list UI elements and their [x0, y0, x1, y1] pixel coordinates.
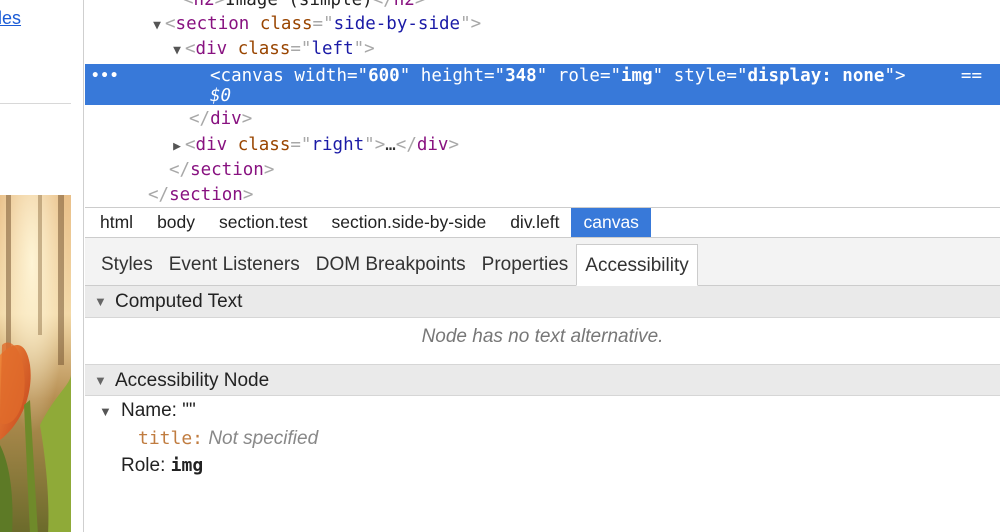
role-label: Role:	[121, 455, 166, 476]
title-source-value: Not specified	[208, 428, 319, 449]
accessibility-pane: ▼ Computed Text Node has no text alterna…	[85, 286, 1000, 532]
collapse-triangle-icon[interactable]: ▶	[169, 134, 185, 159]
dom-node-section-close[interactable]: </section>	[85, 183, 1000, 207]
accessibility-node-header[interactable]: ▼ Accessibility Node	[85, 364, 1000, 396]
tab-event-listeners[interactable]: Event Listeners	[161, 244, 308, 286]
name-label: Name:	[121, 400, 177, 421]
title-source-row: title: Not specified	[138, 428, 318, 450]
dom-node-section-close[interactable]: </section>	[85, 158, 1000, 183]
computed-text-title: Computed Text	[115, 291, 243, 312]
accessibility-node-title: Accessibility Node	[115, 370, 270, 391]
dom-node-div-close[interactable]: </div>	[85, 107, 1000, 132]
sidebar-tabbar: Styles Event Listeners DOM Breakpoints P…	[85, 238, 1000, 286]
expand-triangle-icon[interactable]: ▼	[99, 404, 121, 419]
expand-triangle-icon[interactable]: ▼	[149, 13, 165, 38]
name-value: ""	[182, 400, 196, 421]
more-options-icon[interactable]: •••	[91, 64, 119, 89]
title-source-label: title:	[138, 428, 204, 449]
breadcrumb: html body section.test section.side-by-s…	[85, 207, 1000, 238]
elements-dom-tree[interactable]: <h2>Image (simple)</h2> ▼ <section class=…	[85, 0, 1000, 207]
tab-accessibility[interactable]: Accessibility	[576, 244, 698, 286]
page-divider	[0, 103, 71, 104]
breadcrumb-item-html[interactable]: html	[88, 208, 145, 237]
dom-node-div-left[interactable]: ▼ <div class="left">	[85, 37, 1000, 62]
role-value: img	[170, 455, 204, 476]
breadcrumb-item-div-left[interactable]: div.left	[498, 208, 571, 237]
name-property[interactable]: ▼ Name: ""	[99, 400, 196, 422]
page-link[interactable]: les	[0, 8, 21, 29]
role-property: Role: img	[121, 455, 203, 477]
computed-text-header[interactable]: ▼ Computed Text	[85, 286, 1000, 318]
no-text-alternative-message: Node has no text alternative.	[421, 326, 664, 347]
page-viewport: les	[0, 0, 84, 532]
dom-node-div-right[interactable]: ▶ <div class="right">…</div>	[85, 133, 1000, 158]
tab-dom-breakpoints[interactable]: DOM Breakpoints	[308, 244, 474, 286]
breadcrumb-item-body[interactable]: body	[145, 208, 207, 237]
expand-triangle-icon: ▼	[94, 373, 107, 388]
expand-triangle-icon[interactable]: ▼	[169, 38, 185, 63]
expand-triangle-icon: ▼	[94, 294, 107, 309]
dom-node-canvas-selected[interactable]: ••• <canvas width="600" height="348" rol…	[85, 64, 1000, 106]
breadcrumb-item-canvas[interactable]: canvas	[571, 208, 651, 237]
tab-styles[interactable]: Styles	[93, 244, 161, 286]
breadcrumb-item-section-test[interactable]: section.test	[207, 208, 320, 237]
breadcrumb-item-section-side-by-side[interactable]: section.side-by-side	[320, 208, 499, 237]
tulip-photo	[0, 195, 71, 532]
dom-node-section-side-by-side[interactable]: ▼ <section class="side-by-side">	[85, 12, 1000, 37]
tab-properties[interactable]: Properties	[474, 244, 577, 286]
